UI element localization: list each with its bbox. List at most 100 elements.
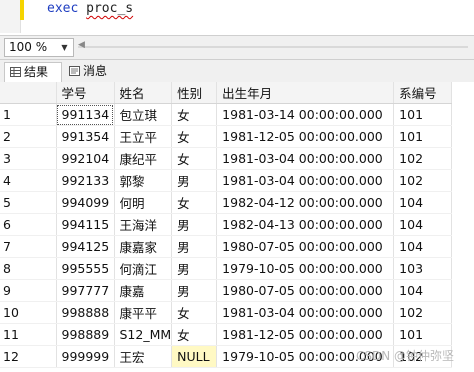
- cell-birth[interactable]: 1981-03-14 00:00:00.000: [216, 103, 395, 126]
- cell-sex[interactable]: 女: [171, 323, 218, 346]
- cell-sex[interactable]: 男: [171, 169, 218, 192]
- cell-name[interactable]: 何明: [114, 191, 173, 214]
- query-text[interactable]: exec proc_s: [47, 1, 133, 16]
- cell-dept[interactable]: 102: [393, 147, 453, 170]
- cell-name[interactable]: 王海洋: [114, 213, 173, 236]
- cell-id[interactable]: 998888: [56, 301, 115, 324]
- watermark: CSDN @钟仲弥坚: [355, 349, 454, 363]
- chevron-down-icon[interactable]: ▼: [58, 39, 71, 56]
- cell-dept[interactable]: 104: [393, 213, 453, 236]
- cell-sex[interactable]: 女: [171, 103, 218, 126]
- cell-birth[interactable]: 1980-07-05 00:00:00.000: [216, 235, 395, 258]
- table-row[interactable]: 3 992104 康纪平女 1981-03-04 00:00:00.000 102: [0, 147, 453, 170]
- cell-birth[interactable]: 1982-04-12 00:00:00.000: [216, 191, 395, 214]
- cell-birth[interactable]: 1981-03-04 00:00:00.000: [216, 169, 395, 192]
- cell-sex[interactable]: 女: [171, 191, 218, 214]
- horizontal-scrollbar[interactable]: ◀: [78, 40, 468, 51]
- tab-messages-label: 消息: [83, 64, 108, 78]
- tab-messages[interactable]: 消息: [64, 62, 124, 81]
- cell-sex[interactable]: 男: [171, 257, 218, 280]
- table-row[interactable]: 7 994125 康嘉家男 1980-07-05 00:00:00.000 104: [0, 235, 453, 258]
- result-tabs: 结果 消息: [0, 60, 474, 83]
- cell-id[interactable]: 992104: [56, 147, 115, 170]
- cell-name[interactable]: 康纪平: [114, 147, 173, 170]
- change-indicator: [20, 0, 24, 20]
- cell-sex[interactable]: 女: [171, 301, 218, 324]
- cell-dept[interactable]: 103: [393, 257, 453, 280]
- tab-results[interactable]: 结果: [4, 62, 62, 82]
- cell-sex[interactable]: NULL: [171, 345, 218, 368]
- cell-sex[interactable]: 男: [171, 235, 218, 258]
- column-header-name[interactable]: 姓名: [114, 82, 173, 104]
- cell-id[interactable]: 991354: [56, 125, 115, 148]
- row-number[interactable]: 3: [0, 147, 57, 170]
- table-row[interactable]: 9 997777 康嘉男 1980-07-05 00:00:00.000 104: [0, 279, 453, 302]
- cell-dept[interactable]: 102: [393, 169, 453, 192]
- table-row[interactable]: 4 992133 郭黎男 1981-03-04 00:00:00.000 102: [0, 169, 453, 192]
- cell-dept[interactable]: 102: [393, 301, 453, 324]
- column-header-sex[interactable]: 性别: [171, 82, 218, 104]
- table-row[interactable]: 11 998889 S12_MM 女 1981-12-05 00:00:00.000 10…: [0, 323, 453, 346]
- cell-sex[interactable]: 女: [171, 125, 218, 148]
- row-number[interactable]: 7: [0, 235, 57, 258]
- row-number[interactable]: 12: [0, 345, 57, 368]
- cell-name[interactable]: 康嘉家: [114, 235, 173, 258]
- row-number[interactable]: 11: [0, 323, 57, 346]
- row-number[interactable]: 2: [0, 125, 57, 148]
- cell-birth[interactable]: 1981-03-04 00:00:00.000: [216, 147, 395, 170]
- cell-dept[interactable]: 104: [393, 279, 453, 302]
- cell-birth[interactable]: 1981-12-05 00:00:00.000: [216, 323, 395, 346]
- column-header-id[interactable]: 学号: [56, 82, 115, 104]
- column-header-dept[interactable]: 系编号: [393, 82, 453, 104]
- table-row[interactable]: 2 991354 王立平女 1981-12-05 00:00:00.000 101: [0, 125, 453, 148]
- cell-id[interactable]: 998889: [56, 323, 115, 346]
- column-header-birth[interactable]: 出生年月: [216, 82, 395, 104]
- table-row[interactable]: 6 994115 王海洋男 1982-04-13 00:00:00.000 104: [0, 213, 453, 236]
- cell-id[interactable]: 997777: [56, 279, 115, 302]
- cell-id[interactable]: 991134: [56, 103, 115, 126]
- corner-cell[interactable]: [0, 82, 57, 104]
- table-row[interactable]: 5 994099 何明女 1982-04-12 00:00:00.000 104: [0, 191, 453, 214]
- cell-sex[interactable]: 男: [171, 279, 218, 302]
- cell-dept[interactable]: 101: [393, 103, 453, 126]
- cell-name[interactable]: 郭黎: [114, 169, 173, 192]
- cell-birth[interactable]: 1982-04-13 00:00:00.000: [216, 213, 395, 236]
- row-number[interactable]: 10: [0, 301, 57, 324]
- scroll-left-icon[interactable]: ◀: [78, 40, 85, 50]
- table-row[interactable]: 10 998888 康平平女 1981-03-04 00:00:00.000 102: [0, 301, 453, 324]
- cell-dept[interactable]: 101: [393, 323, 453, 346]
- results-grid[interactable]: 学号 姓名 性别 出生年月 系编号 1 991134 包立琪女 1981-03-14 …: [0, 82, 474, 372]
- cell-dept[interactable]: 101: [393, 125, 453, 148]
- row-number[interactable]: 1: [0, 103, 57, 126]
- cell-dept[interactable]: 104: [393, 191, 453, 214]
- cell-name[interactable]: 康平平: [114, 301, 173, 324]
- row-number[interactable]: 6: [0, 213, 57, 236]
- row-number[interactable]: 8: [0, 257, 57, 280]
- cell-birth[interactable]: 1981-03-04 00:00:00.000: [216, 301, 395, 324]
- zoom-select[interactable]: 100 % ▼: [4, 38, 74, 57]
- row-number[interactable]: 4: [0, 169, 57, 192]
- row-number[interactable]: 9: [0, 279, 57, 302]
- table-row[interactable]: 8 995555 何滴江男 1979-10-05 00:00:00.000 103: [0, 257, 453, 280]
- row-number[interactable]: 5: [0, 191, 57, 214]
- cell-id[interactable]: 999999: [56, 345, 115, 368]
- cell-id[interactable]: 994099: [56, 191, 115, 214]
- cell-id[interactable]: 994125: [56, 235, 115, 258]
- cell-name[interactable]: 王宏: [114, 345, 173, 368]
- cell-id[interactable]: 992133: [56, 169, 115, 192]
- cell-name[interactable]: 何滴江: [114, 257, 173, 280]
- cell-name[interactable]: S12_MM: [114, 323, 173, 346]
- query-editor[interactable]: exec proc_s: [0, 0, 474, 33]
- cell-id[interactable]: 994115: [56, 213, 115, 236]
- cell-dept[interactable]: 104: [393, 235, 453, 258]
- cell-id[interactable]: 995555: [56, 257, 115, 280]
- cell-sex[interactable]: 女: [171, 147, 218, 170]
- cell-name[interactable]: 包立琪: [114, 103, 173, 126]
- cell-name[interactable]: 康嘉: [114, 279, 173, 302]
- table-row[interactable]: 1 991134 包立琪女 1981-03-14 00:00:00.000 101: [0, 103, 453, 126]
- cell-birth[interactable]: 1980-07-05 00:00:00.000: [216, 279, 395, 302]
- cell-birth[interactable]: 1979-10-05 00:00:00.000: [216, 257, 395, 280]
- cell-birth[interactable]: 1981-12-05 00:00:00.000: [216, 125, 395, 148]
- cell-name[interactable]: 王立平: [114, 125, 173, 148]
- cell-sex[interactable]: 男: [171, 213, 218, 236]
